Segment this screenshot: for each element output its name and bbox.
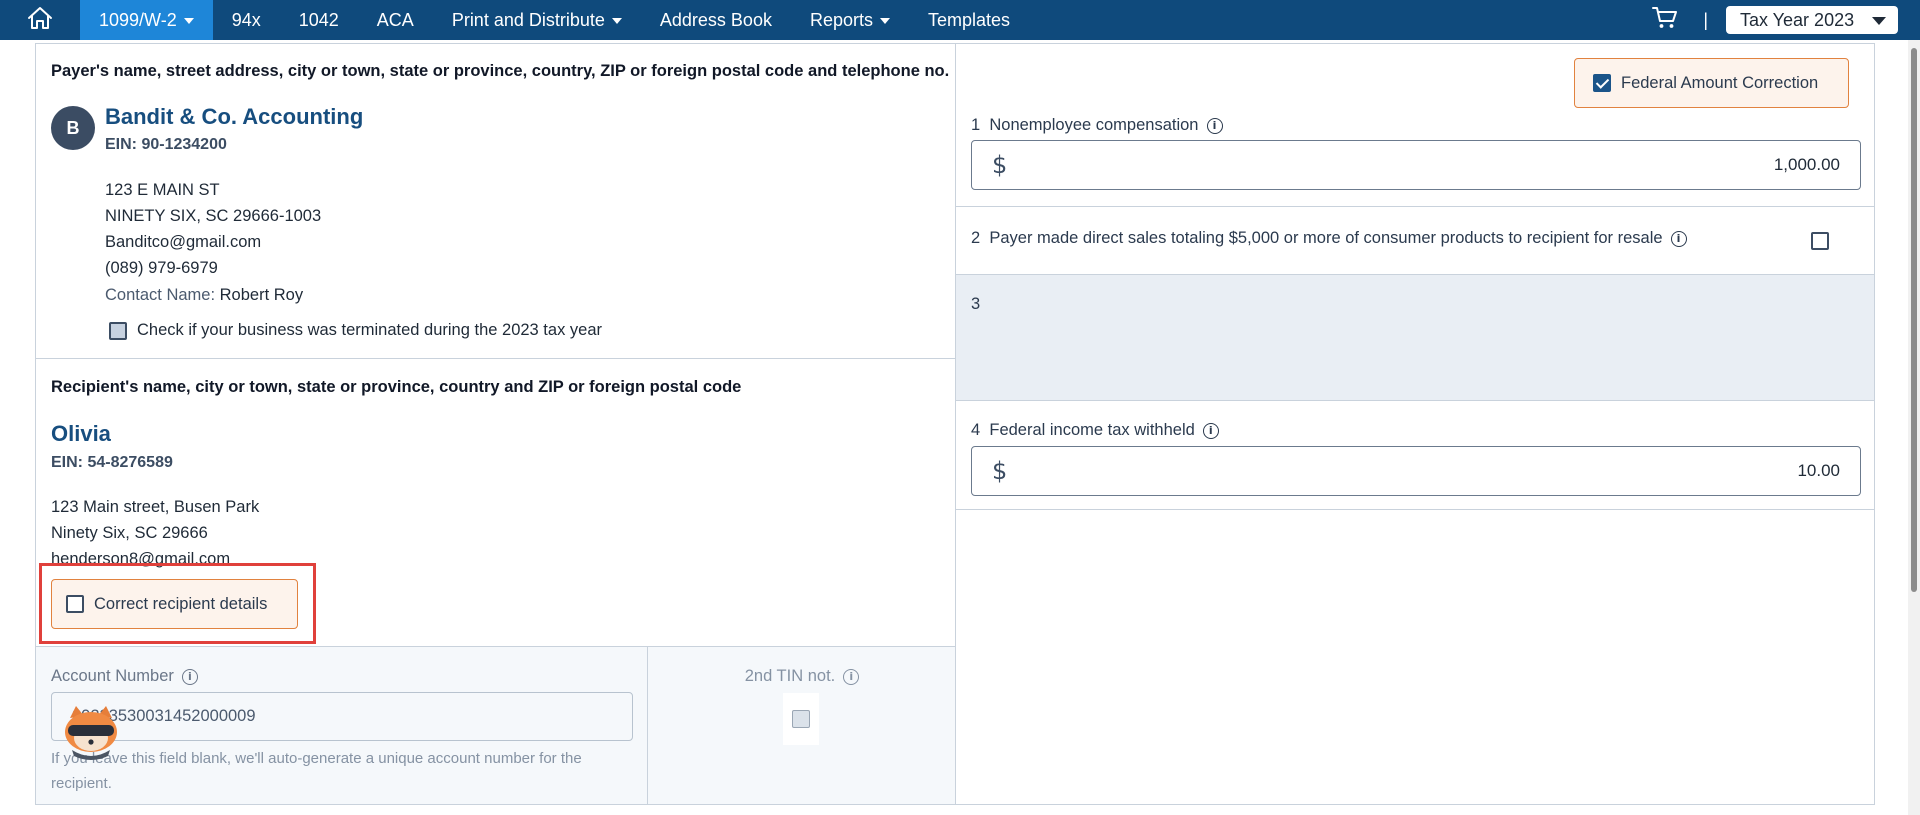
- nav-reports-label: Reports: [809, 9, 873, 30]
- federal-amount-correction-button[interactable]: Federal Amount Correction: [1574, 58, 1849, 108]
- payer-address-line1: 123 E MAIN ST: [105, 181, 220, 199]
- box-2-direct-sales: 2 Payer made direct sales totaling $5,00…: [956, 207, 1874, 275]
- dollar-sign: $: [992, 457, 1008, 485]
- avatar: B: [51, 106, 95, 150]
- account-number-cell: Account Number i 20233530031452000009 If…: [36, 647, 648, 805]
- nav-94x[interactable]: 94x: [213, 0, 280, 40]
- tax-year-select[interactable]: Tax Year 2023: [1726, 6, 1898, 34]
- box-1-number: 1: [971, 116, 981, 134]
- form-1099-nec: Payer's name, street address, city or to…: [35, 43, 1875, 805]
- nav-address-book[interactable]: Address Book: [641, 0, 791, 40]
- box-2-number: 2: [971, 229, 981, 247]
- nav-separator: |: [1703, 9, 1708, 30]
- box-1-amount-input[interactable]: $ 1,000.00: [971, 140, 1861, 190]
- page-scrollbar[interactable]: [1908, 40, 1920, 815]
- nav-aca[interactable]: ACA: [358, 0, 433, 40]
- dollar-sign: $: [992, 151, 1008, 179]
- second-tin-checkbox-wrap: [783, 693, 819, 745]
- box-4-number: 4: [971, 421, 981, 439]
- second-tin-label-text: 2nd TIN not.: [744, 667, 836, 685]
- nav-reports[interactable]: Reports: [791, 0, 909, 40]
- payer-name[interactable]: Bandit & Co. Accounting: [105, 104, 363, 130]
- chevron-down-icon: [879, 18, 890, 24]
- terminated-business-checkbox[interactable]: [109, 321, 127, 340]
- scroll-thumb[interactable]: [1911, 48, 1917, 592]
- second-tin-cell: 2nd TIN not. i: [649, 647, 955, 805]
- recipient-name[interactable]: Olivia: [51, 421, 111, 447]
- top-navigation-bar: 1099/W-2 94x 1042 ACA Print and Distribu…: [0, 0, 1920, 40]
- nav-address-book-label: Address Book: [659, 9, 772, 30]
- cart-icon: [1652, 6, 1678, 35]
- box-4-label: 4 Federal income tax withheld i: [971, 421, 1219, 440]
- federal-amount-correction-label: Federal Amount Correction: [1621, 73, 1819, 92]
- contact-name-label: Contact Name:: [105, 286, 216, 304]
- payer-ein: EIN: 90-1234200: [105, 136, 227, 153]
- box-4-amount-value: 10.00: [1797, 461, 1840, 480]
- second-tin-checkbox[interactable]: [792, 710, 810, 728]
- account-number-label: Account Number i: [51, 667, 198, 686]
- second-tin-label: 2nd TIN not. i: [649, 667, 955, 686]
- box-3-number: 3: [971, 295, 981, 313]
- info-icon[interactable]: i: [181, 668, 198, 685]
- payer-section-label: Payer's name, street address, city or to…: [51, 62, 950, 80]
- box-4-amount-input[interactable]: $ 10.00: [971, 446, 1861, 496]
- box-4-federal-income-tax-withheld: 4 Federal income tax withheld i $ 10.00: [956, 401, 1874, 510]
- recipient-section-label: Recipient's name, city or town, state or…: [51, 378, 742, 396]
- payer-address: 123 E MAIN ST NINETY SIX, SC 29666-1003 …: [105, 177, 321, 281]
- payer-phone: (089) 979-6979: [105, 259, 218, 277]
- chevron-down-icon: [611, 18, 622, 24]
- box-1-label-text: Nonemployee compensation: [989, 116, 1199, 134]
- recipient-address: 123 Main street, Busen Park Ninety Six, …: [51, 494, 259, 572]
- payer-section: Payer's name, street address, city or to…: [36, 44, 955, 359]
- account-tin-row: Account Number i 20233530031452000009 If…: [36, 646, 955, 805]
- box-3: 3: [956, 275, 1874, 401]
- nav-templates[interactable]: Templates: [909, 0, 1029, 40]
- account-number-input[interactable]: 20233530031452000009: [51, 692, 633, 741]
- nav-1099-w2-label: 1099/W-2: [99, 9, 177, 30]
- nav-1099-w2[interactable]: 1099/W-2: [80, 0, 213, 40]
- box-1-label: 1 Nonemployee compensation i: [971, 116, 1223, 135]
- nav-right-group: | Tax Year 2023: [1645, 0, 1920, 40]
- cart-button[interactable]: [1645, 0, 1685, 40]
- info-icon[interactable]: i: [1670, 230, 1687, 247]
- contact-name-value: Robert Roy: [219, 286, 304, 304]
- payer-address-line2: NINETY SIX, SC 29666-1003: [105, 207, 322, 225]
- box-2-label-text: Payer made direct sales totaling $5,000 …: [989, 229, 1663, 247]
- home-button[interactable]: [0, 0, 80, 40]
- highlight-box: [39, 563, 316, 644]
- box-2-checkbox[interactable]: [1811, 232, 1829, 250]
- chevron-down-icon: [183, 18, 194, 24]
- recipient-ein: EIN: 54-8276589: [51, 454, 173, 471]
- terminated-business-option[interactable]: Check if your business was terminated du…: [109, 321, 602, 340]
- chevron-down-icon: [1872, 17, 1886, 25]
- payer-contact: Contact Name: Robert Roy: [105, 286, 303, 305]
- tax-year-value: Tax Year 2023: [1740, 9, 1855, 30]
- account-number-help: If you leave this field blank, we'll aut…: [51, 750, 582, 792]
- box-2-label: 2 Payer made direct sales totaling $5,00…: [971, 229, 1687, 248]
- box-3-label: 3: [971, 295, 980, 314]
- nav-print-distribute-label: Print and Distribute: [451, 9, 605, 30]
- nav-aca-label: ACA: [376, 9, 414, 30]
- nav-print-distribute[interactable]: Print and Distribute: [433, 0, 641, 40]
- payer-email: Banditco@gmail.com: [105, 233, 262, 251]
- box-4-label-text: Federal income tax withheld: [989, 421, 1195, 439]
- nav-1042-label: 1042: [298, 9, 339, 30]
- recipient-address-line1: 123 Main street, Busen Park: [51, 498, 260, 516]
- right-column: Federal Amount Correction 1 Nonemployee …: [956, 44, 1874, 804]
- box-1-amount-value: 1,000.00: [1773, 155, 1840, 174]
- mascot-icon[interactable]: [58, 704, 124, 760]
- nav-templates-label: Templates: [927, 9, 1011, 30]
- box-1-nonemployee-compensation: Federal Amount Correction 1 Nonemployee …: [956, 44, 1874, 207]
- nav-1042[interactable]: 1042: [280, 0, 358, 40]
- account-number-label-text: Account Number: [51, 667, 174, 685]
- info-icon[interactable]: i: [1202, 422, 1219, 439]
- recipient-address-line2: Ninety Six, SC 29666: [51, 524, 208, 542]
- nav-94x-label: 94x: [231, 9, 261, 30]
- info-icon[interactable]: i: [843, 668, 860, 685]
- federal-amount-correction-checkbox[interactable]: [1593, 74, 1611, 92]
- home-icon: [27, 6, 53, 35]
- left-column: Payer's name, street address, city or to…: [36, 44, 956, 805]
- info-icon[interactable]: i: [1206, 117, 1223, 134]
- terminated-business-label: Check if your business was terminated du…: [137, 321, 602, 339]
